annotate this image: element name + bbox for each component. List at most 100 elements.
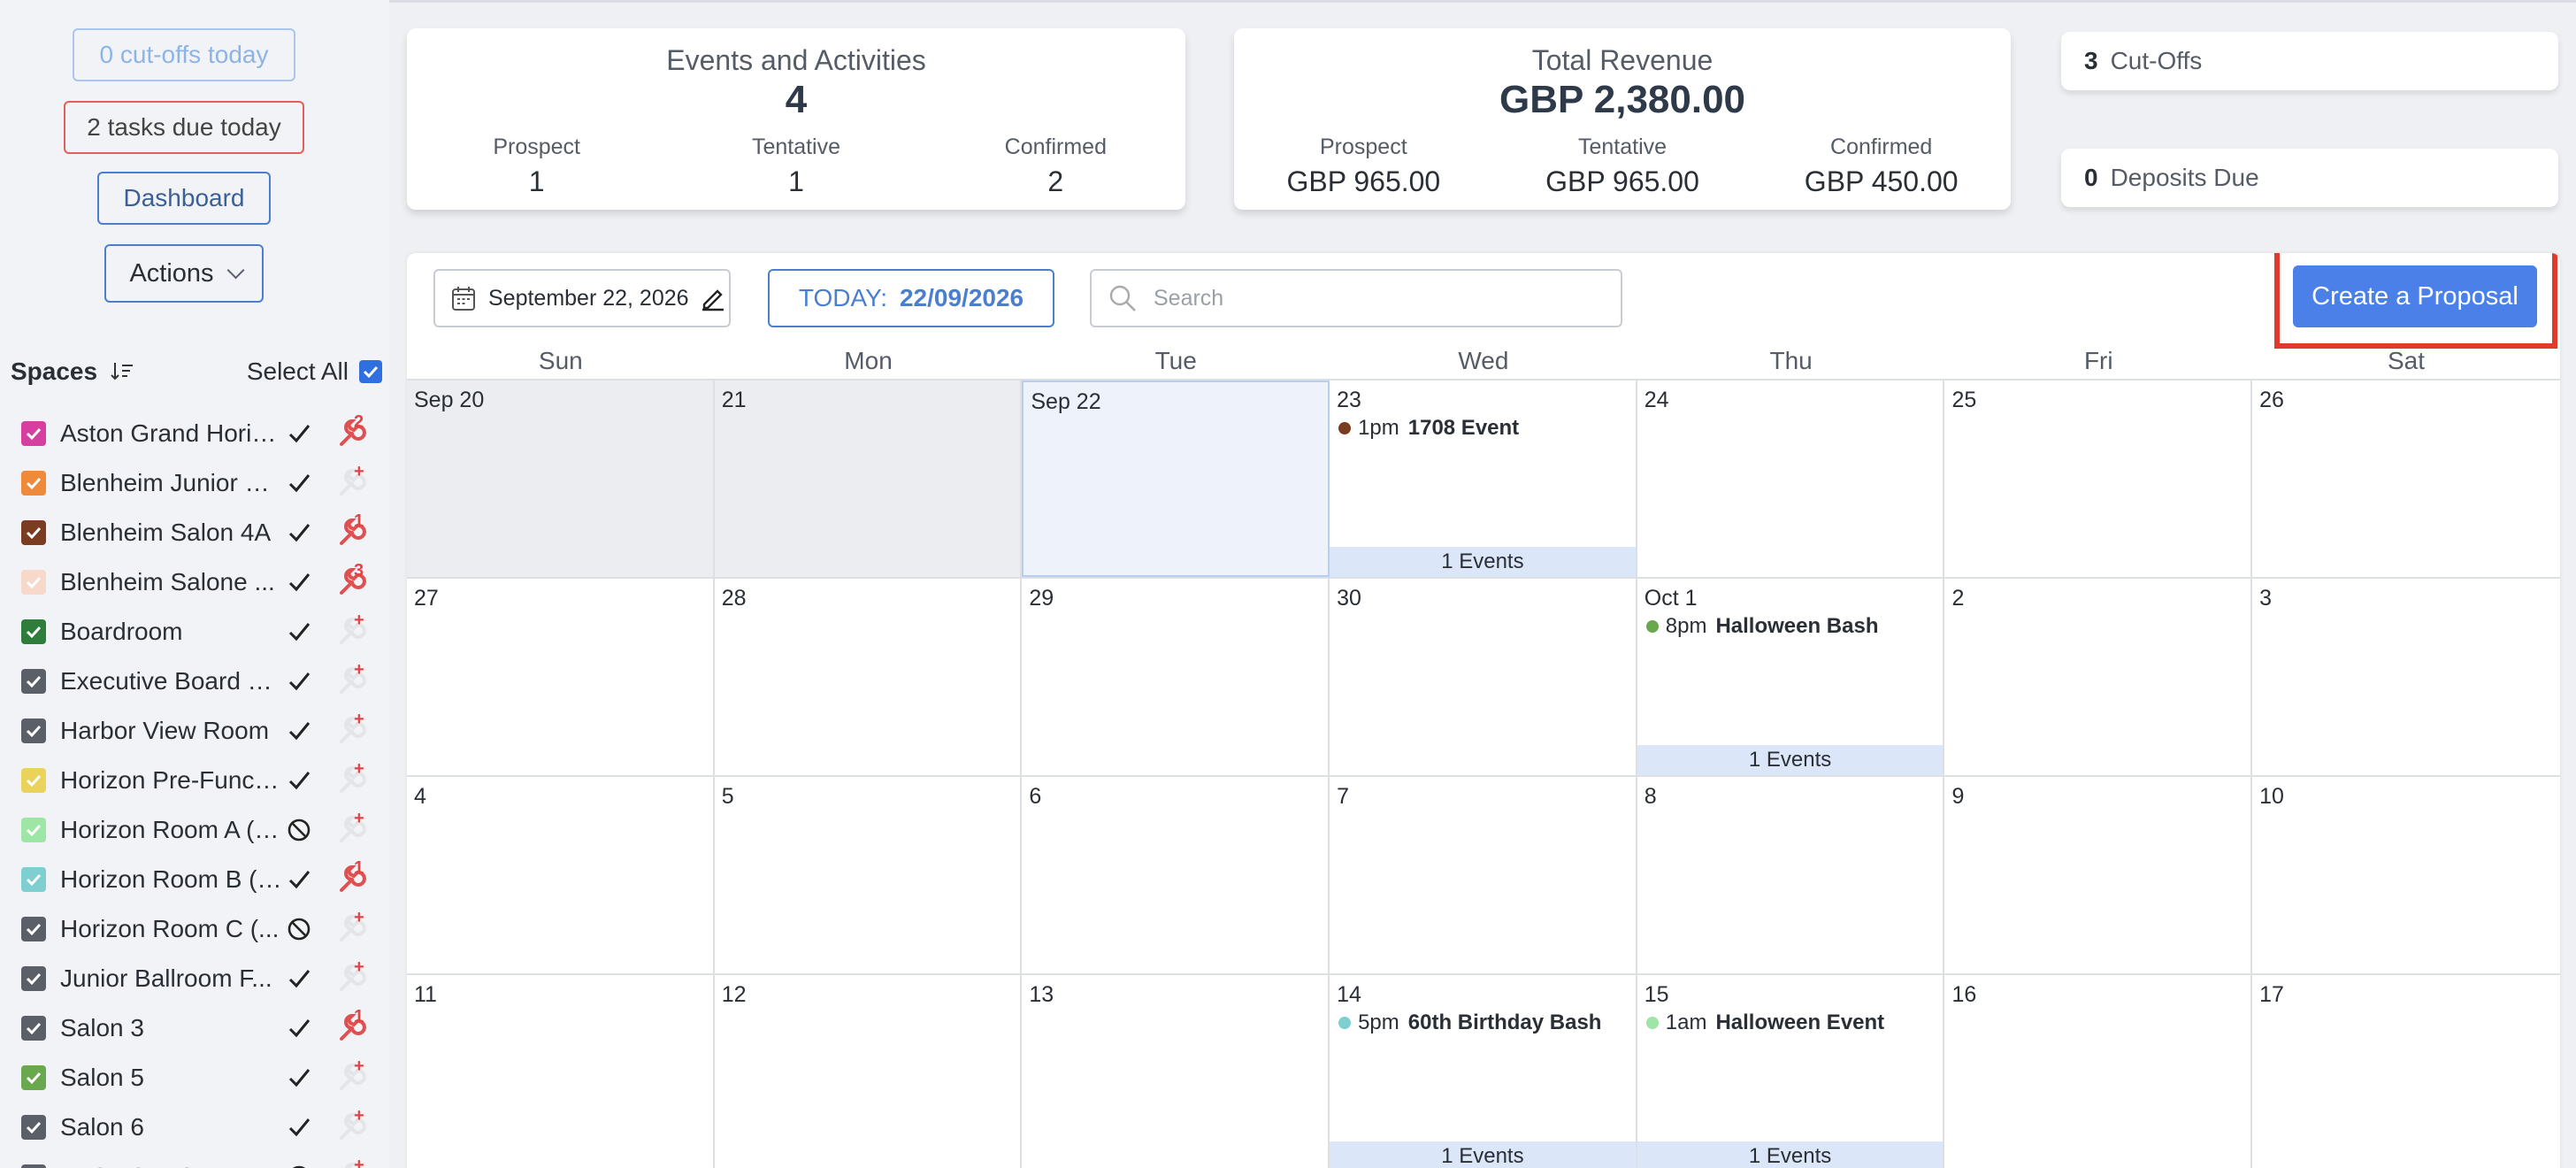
weekday-label: Sun xyxy=(538,347,583,374)
calendar-event[interactable]: 1am Halloween Event xyxy=(1645,1010,1884,1035)
calendar-day[interactable]: 5 xyxy=(715,777,1023,973)
search-box[interactable] xyxy=(1090,269,1622,327)
calendar-day[interactable]: 23 1pm 1708 Event 1 Events xyxy=(1330,380,1637,577)
calendar-day[interactable]: 10 xyxy=(2252,777,2560,973)
space-row[interactable]: Blenheim Salone ... 3 xyxy=(0,557,389,607)
calendar-day[interactable]: 26 xyxy=(2252,380,2560,577)
events-count-bar[interactable]: 1 Events xyxy=(1637,1141,1944,1168)
space-row[interactable]: Harbor View Room + xyxy=(0,706,389,756)
space-row[interactable]: Horizon Room B (C... 1 xyxy=(0,855,389,904)
sort-icon[interactable] xyxy=(110,360,136,383)
space-name: Executive Board Room xyxy=(60,667,283,695)
calendar-day[interactable]: 21 xyxy=(714,380,1023,577)
day-number: Sep 22 xyxy=(1031,389,1101,414)
calendar-day[interactable]: 4 xyxy=(407,777,715,973)
edit-pencil-icon[interactable] xyxy=(700,285,726,311)
calendar-day[interactable]: 30 xyxy=(1330,579,1637,775)
space-checkbox[interactable] xyxy=(21,1164,46,1168)
check-icon xyxy=(26,675,42,688)
space-checkbox[interactable] xyxy=(21,768,46,793)
tasks-due-button[interactable]: 2 tasks due today xyxy=(64,101,304,154)
space-checkbox[interactable] xyxy=(21,570,46,595)
calendar-day[interactable]: 29 xyxy=(1022,579,1330,775)
cutoffs-card[interactable]: 3 Cut-Offs xyxy=(2061,32,2558,90)
calendar-day[interactable]: 13 xyxy=(1022,975,1330,1168)
space-checkbox[interactable] xyxy=(21,867,46,892)
calendar-day[interactable]: 27 xyxy=(407,579,715,775)
calendar-day[interactable]: Sep 22 xyxy=(1022,380,1330,577)
space-row[interactable]: Boardroom + xyxy=(0,607,389,657)
calendar-day[interactable]: 2 xyxy=(1944,579,2253,775)
space-row[interactable]: Horizon Room A (E... + xyxy=(0,805,389,855)
calendar-day[interactable]: 12 xyxy=(715,975,1023,1168)
calendar-day[interactable]: 7 xyxy=(1330,777,1637,973)
calendar-day[interactable]: Sep 20 xyxy=(407,380,715,577)
space-checkbox[interactable] xyxy=(21,1115,46,1140)
calendar-day[interactable]: 15 1am Halloween Event 1 Events xyxy=(1637,975,1945,1168)
calendar-day[interactable]: 3 xyxy=(2252,579,2560,775)
cutoffs-today-button[interactable]: 0 cut-offs today xyxy=(73,28,295,81)
events-confirmed: Confirmed 2 xyxy=(926,134,1185,198)
space-checkbox[interactable] xyxy=(21,669,46,694)
space-name: Blenheim Salone ... xyxy=(60,568,275,596)
deposits-due-card[interactable]: 0 Deposits Due xyxy=(2061,149,2558,207)
calendar-day[interactable]: 17 xyxy=(2252,975,2560,1168)
space-name: Salon 3 xyxy=(60,1014,144,1041)
calendar-event[interactable]: 1pm 1708 Event xyxy=(1338,416,1519,441)
space-row[interactable]: Salon 6 + xyxy=(0,1103,389,1152)
space-row[interactable]: TEST SPACE + xyxy=(0,1152,389,1168)
calendar-day[interactable]: 16 xyxy=(1944,975,2253,1168)
calendar-day[interactable]: 25 xyxy=(1944,380,2253,577)
calendar-day[interactable]: 24 xyxy=(1637,380,1945,577)
calendar-event[interactable]: 8pm Halloween Bash xyxy=(1645,614,1879,639)
space-row[interactable]: Horizon Room C (... + xyxy=(0,904,389,954)
select-all-checkbox[interactable] xyxy=(359,360,382,383)
wrench-badge: + xyxy=(354,1106,364,1126)
calendar-day[interactable]: 8 xyxy=(1637,777,1945,973)
create-proposal-button[interactable]: Create a Proposal xyxy=(2293,265,2537,327)
space-row[interactable]: Blenheim Junior Ballroom + xyxy=(0,458,389,508)
space-row[interactable]: Blenheim Salon 4A 1 xyxy=(0,508,389,557)
calendar-day[interactable]: 28 xyxy=(715,579,1023,775)
space-checkbox[interactable] xyxy=(21,1016,46,1041)
space-checkbox[interactable] xyxy=(21,421,46,446)
space-checkbox[interactable] xyxy=(21,1065,46,1090)
calendar-event[interactable]: 5pm 60th Birthday Bash xyxy=(1338,1010,1601,1035)
today-button[interactable]: TODAY: 22/09/2026 xyxy=(768,269,1054,327)
space-name: Horizon Pre-Function xyxy=(60,766,283,794)
day-number: 24 xyxy=(1644,388,1669,412)
event-color-dot xyxy=(1338,1017,1352,1029)
space-name: Horizon Room B (C... xyxy=(60,865,283,893)
space-checkbox[interactable] xyxy=(21,718,46,743)
calendar-day[interactable]: 11 xyxy=(407,975,715,1168)
space-checkbox[interactable] xyxy=(21,619,46,644)
space-row[interactable]: Junior Ballroom F... + xyxy=(0,954,389,1003)
calendar-day[interactable]: Oct 1 8pm Halloween Bash 1 Events xyxy=(1637,579,1945,775)
space-row[interactable]: Aston Grand Horizon 2 xyxy=(0,409,389,458)
actions-dropdown[interactable]: Actions xyxy=(104,244,264,303)
space-checkbox[interactable] xyxy=(21,818,46,842)
events-tentative: Tentative 1 xyxy=(666,134,925,198)
space-checkbox[interactable] xyxy=(21,917,46,941)
events-count-bar[interactable]: 1 Events xyxy=(1330,547,1636,577)
space-row[interactable]: Horizon Pre-Function + xyxy=(0,756,389,805)
space-row[interactable]: Salon 3 1 xyxy=(0,1003,389,1053)
events-count-bar[interactable]: 1 Events xyxy=(1637,745,1944,775)
day-number: 23 xyxy=(1337,388,1361,412)
space-name: Horizon Room A (E... xyxy=(60,816,283,843)
calendar-day[interactable]: 6 xyxy=(1022,777,1330,973)
date-picker[interactable]: September 22, 2026 xyxy=(433,269,731,327)
calendar-day[interactable]: 9 xyxy=(1944,777,2253,973)
space-checkbox[interactable] xyxy=(21,471,46,496)
actions-label: Actions xyxy=(129,258,214,288)
deposits-count: 0 xyxy=(2084,164,2098,191)
space-row[interactable]: Salon 5 + xyxy=(0,1053,389,1103)
space-checkbox[interactable] xyxy=(21,520,46,545)
search-input[interactable] xyxy=(1154,285,1614,311)
events-count-bar[interactable]: 1 Events xyxy=(1330,1141,1636,1168)
dashboard-button[interactable]: Dashboard xyxy=(97,172,271,225)
space-name: Blenheim Salon 4A xyxy=(60,519,272,546)
space-row[interactable]: Executive Board Room + xyxy=(0,657,389,706)
calendar-day[interactable]: 14 5pm 60th Birthday Bash 1 Events xyxy=(1330,975,1637,1168)
space-checkbox[interactable] xyxy=(21,966,46,991)
